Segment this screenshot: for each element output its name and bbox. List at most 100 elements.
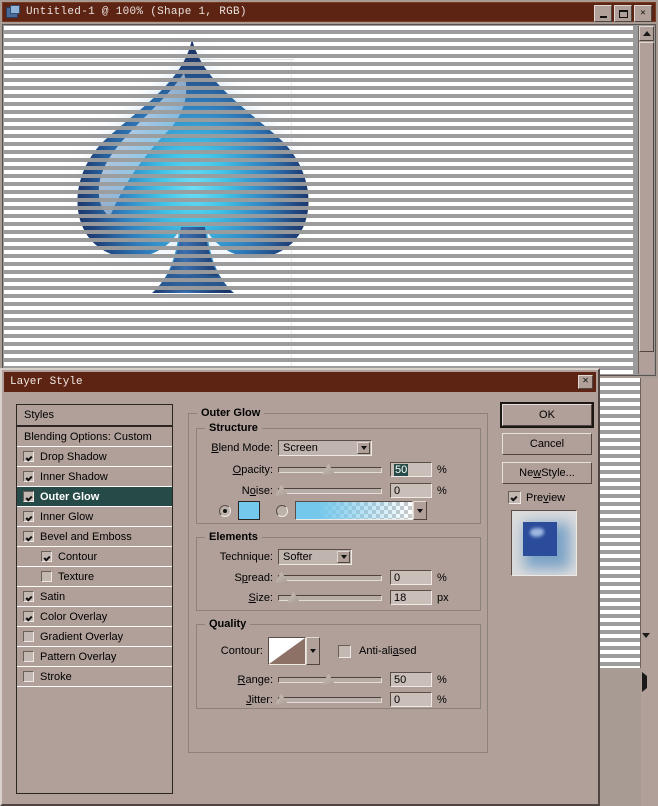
maximize-button[interactable] — [614, 5, 632, 22]
style-item-satin[interactable]: Satin — [17, 587, 172, 607]
elements-legend: Elements — [205, 531, 262, 543]
style-item-drop-shadow[interactable]: Drop Shadow — [17, 447, 172, 467]
cancel-button[interactable]: Cancel — [502, 433, 592, 455]
canvas-frame — [2, 24, 656, 376]
scroll-down-icon[interactable] — [642, 633, 650, 650]
blend-mode-value: Screen — [283, 442, 318, 454]
spread-input[interactable]: 0 — [390, 570, 432, 585]
style-item-bevel-and-emboss[interactable]: Bevel and Emboss — [17, 527, 172, 547]
style-item-label: Outer Glow — [40, 490, 100, 503]
checkbox-icon[interactable] — [23, 671, 34, 682]
checkbox-icon[interactable] — [41, 551, 52, 562]
dialog-title: Layer Style — [10, 376, 83, 388]
preview-checkbox[interactable] — [508, 491, 521, 504]
preview-row[interactable]: Preview — [508, 491, 592, 504]
style-item-label: Texture — [58, 570, 95, 583]
style-item-gradient-overlay[interactable]: Gradient Overlay — [17, 627, 172, 647]
gradient-picker-chevron-down-icon[interactable] — [413, 501, 427, 520]
checkbox-icon[interactable] — [23, 631, 34, 642]
chevron-down-icon[interactable] — [337, 551, 350, 563]
size-slider[interactable] — [278, 591, 382, 605]
style-item-label: Bevel and Emboss — [40, 530, 132, 543]
contour-label: Contour: — [220, 645, 263, 657]
outer-scrollbar[interactable] — [641, 378, 658, 806]
jitter-unit: % — [437, 693, 447, 706]
style-item-label: Drop Shadow — [40, 450, 107, 463]
contour-thumbnail[interactable] — [268, 637, 306, 665]
canvas-vertical-scrollbar[interactable] — [638, 26, 654, 374]
dialog-titlebar[interactable]: Layer Style ✕ — [4, 372, 596, 392]
style-item-stroke[interactable]: Stroke — [17, 667, 172, 687]
style-item-texture[interactable]: Texture — [17, 567, 172, 587]
checkbox-icon[interactable] — [23, 651, 34, 662]
opacity-label: Opacity: — [232, 463, 273, 476]
contour-picker-chevron-down-icon[interactable] — [306, 637, 320, 665]
photoshop-document-icon — [6, 4, 21, 20]
checkbox-icon[interactable] — [23, 471, 34, 482]
slider-track — [278, 696, 382, 703]
style-item-inner-glow[interactable]: Inner Glow — [17, 507, 172, 527]
style-item-pattern-overlay[interactable]: Pattern Overlay — [17, 647, 172, 667]
gradient-fade — [296, 502, 412, 519]
elements-group: Elements Technique: Softer Spread: 0 % S… — [196, 531, 481, 611]
glow-fill-gradient-radio[interactable] — [276, 504, 288, 517]
background-right-strip — [600, 378, 658, 806]
technique-select[interactable]: Softer — [278, 549, 352, 565]
size-label: Size: — [248, 591, 273, 604]
style-item-color-overlay[interactable]: Color Overlay — [17, 607, 172, 627]
glow-fill-color-radio[interactable] — [219, 504, 231, 517]
checkbox-icon[interactable] — [23, 511, 34, 522]
noise-slider[interactable] — [275, 484, 382, 498]
opacity-slider[interactable] — [278, 463, 382, 477]
slider-track — [278, 487, 382, 494]
new-style-button[interactable]: Ne w Style... — [502, 462, 592, 484]
structure-group: Structure Blend Mode: Screen Opacity: 50… — [196, 422, 481, 524]
glow-color-swatch[interactable] — [238, 501, 260, 520]
resize-grip[interactable] — [642, 790, 657, 805]
blend-mode-select[interactable]: Screen — [278, 440, 372, 456]
style-item-outer-glow[interactable]: Outer Glow — [17, 487, 172, 507]
noise-input[interactable]: 0 — [390, 483, 432, 498]
vertical-scroll-thumb[interactable] — [639, 42, 654, 352]
glow-gradient-swatch[interactable] — [295, 501, 413, 520]
range-slider[interactable] — [278, 673, 382, 687]
jitter-value: 0 — [394, 693, 401, 706]
image-window-title: Untitled-1 @ 100% (Shape 1, RGB) — [26, 6, 247, 18]
size-unit: px — [437, 591, 449, 604]
window-controls: ✕ — [594, 5, 652, 22]
style-item-contour[interactable]: Contour — [17, 547, 172, 567]
background-scanlines — [600, 378, 641, 668]
checkbox-icon[interactable] — [23, 451, 34, 462]
checkbox-icon[interactable] — [41, 571, 52, 582]
layer-style-dialog: Layer Style ✕ Styles Blending Options: C… — [0, 368, 600, 806]
checkbox-icon[interactable] — [23, 531, 34, 542]
anti-aliased-checkbox[interactable] — [338, 644, 351, 658]
style-item-blending-options[interactable]: Blending Options: Custom — [17, 427, 172, 447]
opacity-input[interactable]: 50 — [390, 462, 432, 477]
close-icon[interactable]: ✕ — [634, 5, 652, 22]
noise-unit: % — [437, 484, 447, 497]
dialog-actions: OK Cancel Ne w Style... Preview — [502, 404, 592, 576]
checkbox-icon[interactable] — [23, 611, 34, 622]
chevron-down-icon[interactable] — [357, 442, 370, 454]
opacity-value: 50 — [394, 463, 409, 476]
scroll-right-icon[interactable] — [642, 672, 647, 692]
dialog-close-icon[interactable]: ✕ — [578, 375, 593, 389]
checkbox-icon[interactable] — [23, 491, 34, 502]
style-item-label: Contour — [58, 550, 98, 563]
image-window-titlebar[interactable]: Untitled-1 @ 100% (Shape 1, RGB) ✕ — [2, 2, 656, 22]
ok-button[interactable]: OK — [502, 404, 592, 426]
style-item-inner-shadow[interactable]: Inner Shadow — [17, 467, 172, 487]
style-item-label: Gradient Overlay — [40, 630, 124, 643]
spread-slider[interactable] — [275, 571, 382, 585]
scroll-up-icon[interactable] — [639, 26, 654, 41]
style-item-label: Inner Shadow — [40, 470, 108, 483]
range-input[interactable]: 50 — [390, 672, 432, 687]
blend-mode-label: Blend Mode: — [211, 442, 273, 454]
size-input[interactable]: 18 — [390, 590, 432, 605]
minimize-button[interactable] — [594, 5, 612, 22]
jitter-input[interactable]: 0 — [390, 692, 432, 707]
jitter-slider[interactable] — [275, 693, 382, 707]
checkbox-icon[interactable] — [23, 591, 34, 602]
document-canvas[interactable] — [4, 26, 633, 374]
